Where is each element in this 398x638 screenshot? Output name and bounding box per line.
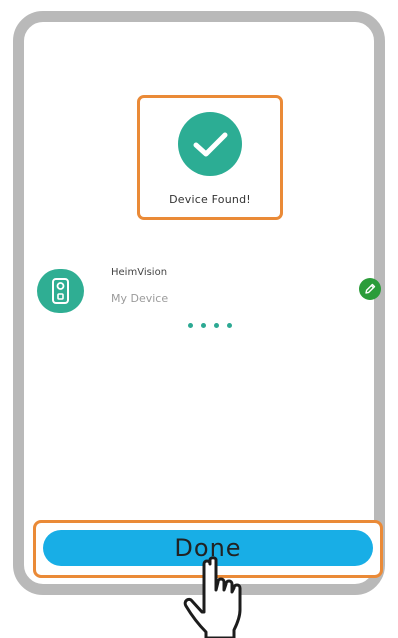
loading-dot [227,323,232,328]
loading-dot [188,323,193,328]
tap-hand-icon [183,556,242,638]
check-icon [178,112,242,176]
loading-dots [188,323,238,329]
loading-dot [214,323,219,328]
pencil-icon [365,283,376,294]
device-found-label: Device Found! [169,193,251,206]
device-row: HeimVision My Device [37,267,385,317]
device-name: My Device [111,292,169,305]
edit-device-name-button[interactable] [359,278,381,300]
camera-device-icon [37,269,84,313]
loading-dot [201,323,206,328]
device-brand: HeimVision [111,267,168,278]
device-found-card: Device Found! [137,95,283,220]
